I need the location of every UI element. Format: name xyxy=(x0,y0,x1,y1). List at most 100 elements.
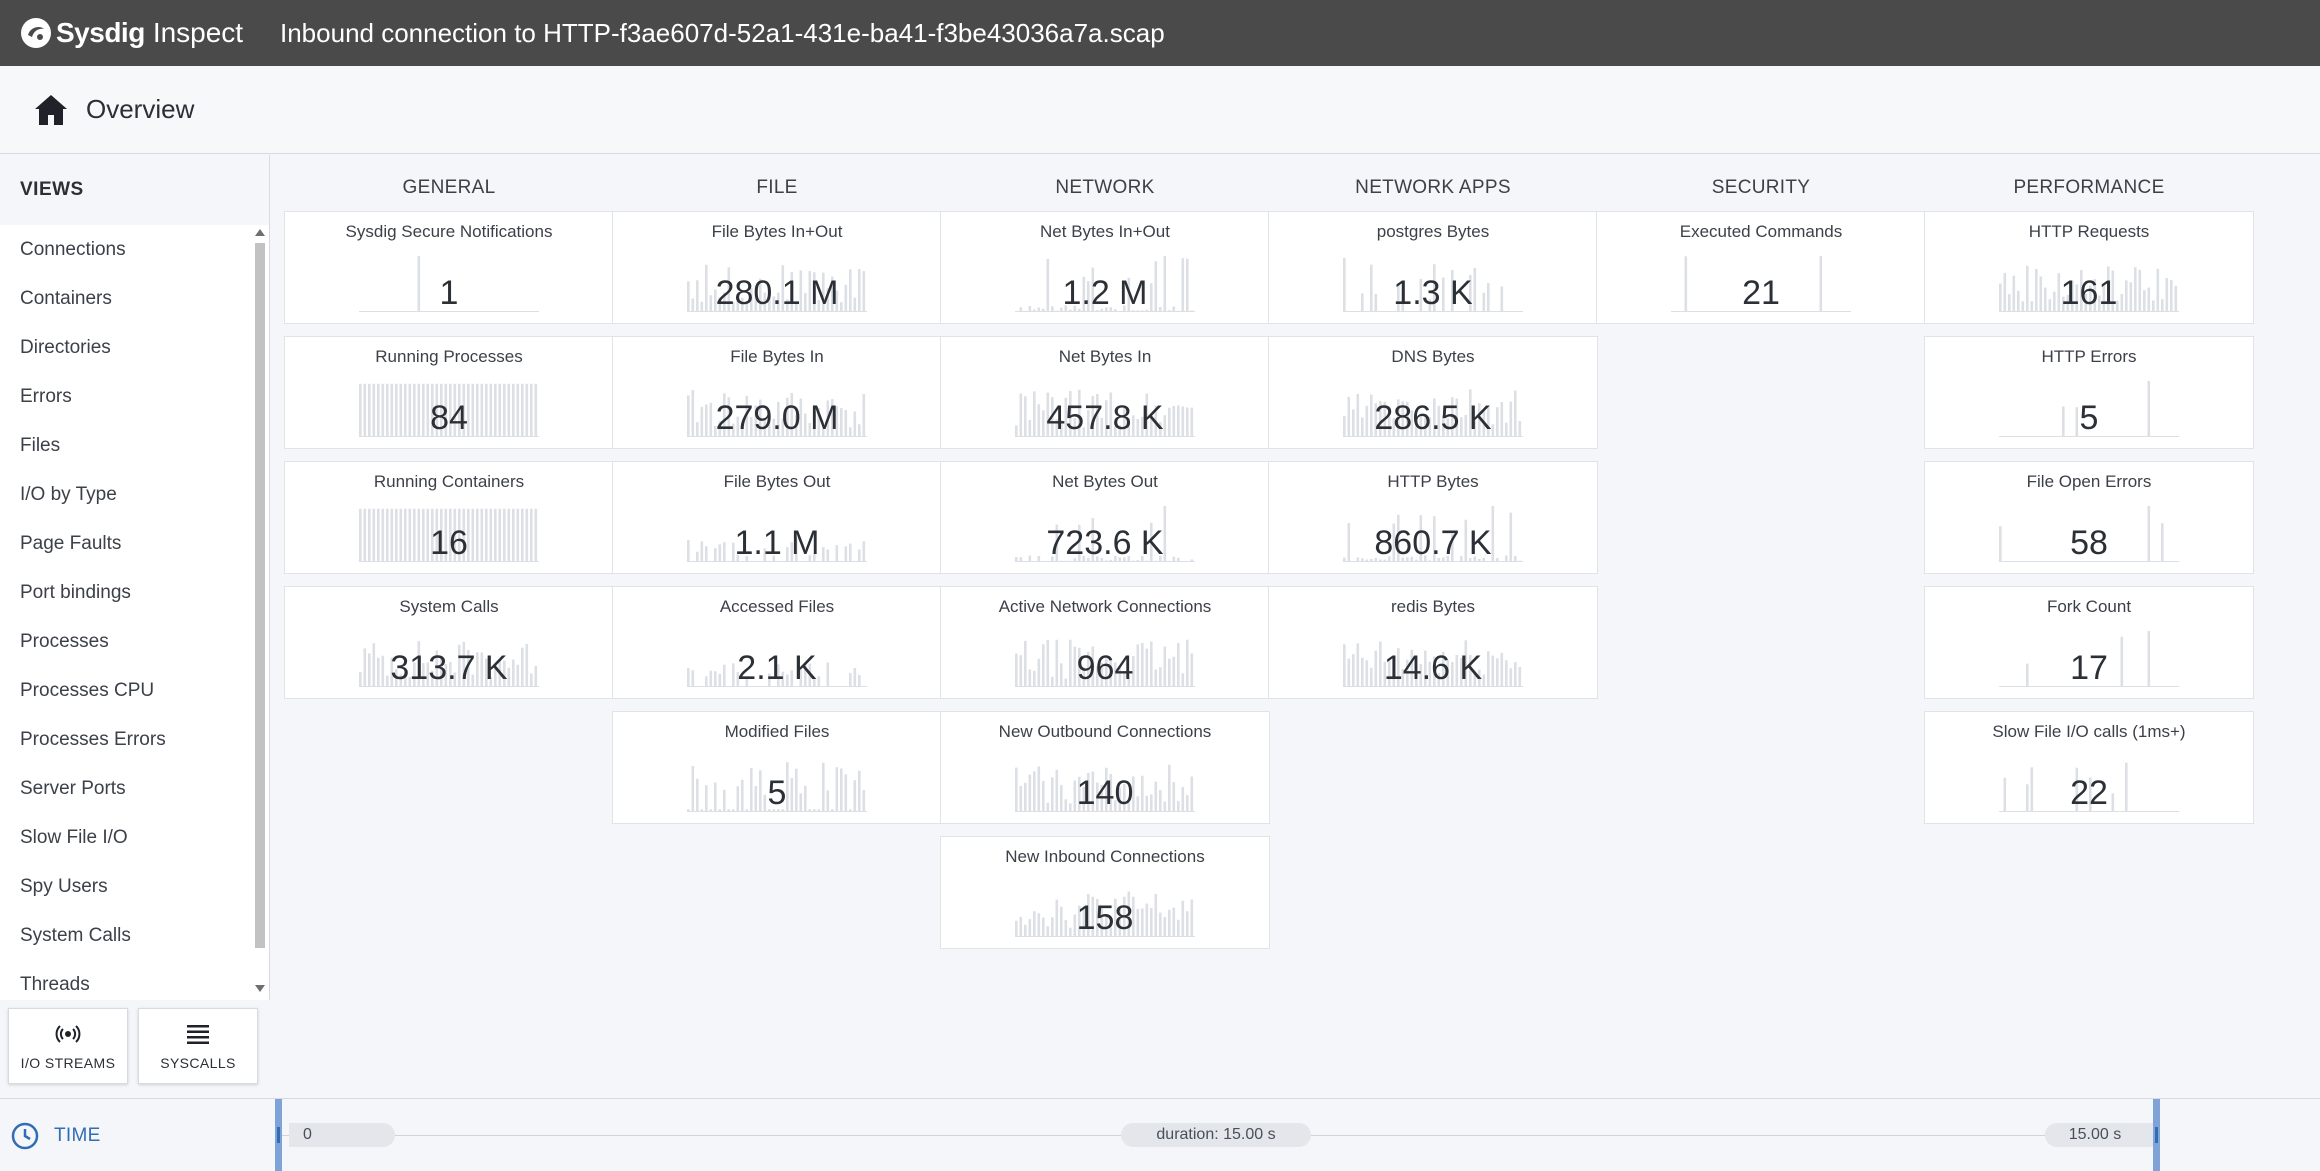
timeline-end-handle[interactable] xyxy=(2153,1099,2160,1171)
metric-title: HTTP Bytes xyxy=(1269,472,1597,492)
top-bar: Sysdig Inspect Inbound connection to HTT… xyxy=(0,0,2320,66)
sidebar-item-threads[interactable]: Threads xyxy=(0,960,250,1000)
metric-tile[interactable]: File Bytes In 279.0 M xyxy=(612,336,942,449)
sidebar-item-server-ports[interactable]: Server Ports xyxy=(0,764,250,813)
metric-tile[interactable]: Running Containers16 xyxy=(284,461,614,574)
metric-tile[interactable]: HTTP Bytes 860.7 K xyxy=(1268,461,1598,574)
metric-tile[interactable]: HTTP Errors5 xyxy=(1924,336,2254,449)
metric-value: 723.6 K xyxy=(941,524,1269,563)
metric-value: 1 xyxy=(285,274,613,313)
metric-value: 457.8 K xyxy=(941,399,1269,438)
sidebar-buttons: I/O STREAMS SYSCALLS xyxy=(0,1000,270,1098)
column-network: NETWORKNet Bytes In+Out1.2 MNet Bytes In… xyxy=(940,155,1270,961)
timeline-start-label: 0 xyxy=(289,1123,395,1147)
column-file: FILEFile Bytes In+Out280.1 MFile Bytes I… xyxy=(612,155,942,836)
sidebar-item-processes-cpu[interactable]: Processes CPU xyxy=(0,666,250,715)
sidebar-item-processes-errors[interactable]: Processes Errors xyxy=(0,715,250,764)
scrollbar-thumb[interactable] xyxy=(255,243,265,948)
time-label-text: TIME xyxy=(54,1125,101,1147)
metric-tile[interactable]: New Inbound Connections158 xyxy=(940,836,1270,949)
timeline[interactable]: 0 duration: 15.00 s 15.00 s xyxy=(275,1099,2160,1171)
syscalls-button[interactable]: SYSCALLS xyxy=(138,1008,258,1084)
clock-icon xyxy=(10,1121,40,1151)
metric-title: Fork Count xyxy=(1925,597,2253,617)
metric-title: HTTP Errors xyxy=(1925,347,2253,367)
metric-value: 1.2 M xyxy=(941,274,1269,313)
metric-tile[interactable]: Net Bytes Out723.6 K xyxy=(940,461,1270,574)
column-header: SECURITY xyxy=(1596,155,1926,211)
metric-tile[interactable]: HTTP Requests161 xyxy=(1924,211,2254,324)
sidebar-item-spy-users[interactable]: Spy Users xyxy=(0,862,250,911)
metric-tile[interactable]: Active Network Connections964 xyxy=(940,586,1270,699)
metric-title: File Bytes In xyxy=(613,347,941,367)
metric-title: DNS Bytes xyxy=(1269,347,1597,367)
metric-tile[interactable]: Running Processes84 xyxy=(284,336,614,449)
column-header: GENERAL xyxy=(284,155,614,211)
sidebar-item-connections[interactable]: Connections xyxy=(0,225,250,274)
metric-value: 161 xyxy=(1925,274,2253,313)
metric-title: Slow File I/O calls (1ms+) xyxy=(1925,722,2253,742)
column-security: SECURITYExecuted Commands21 xyxy=(1596,155,1926,336)
metric-tile[interactable]: Modified Files 5 xyxy=(612,711,942,824)
sidebar-item-directories[interactable]: Directories xyxy=(0,323,250,372)
sidebar-item-i-o-by-type[interactable]: I/O by Type xyxy=(0,470,250,519)
sidebar-item-system-calls[interactable]: System Calls xyxy=(0,911,250,960)
sidebar-item-errors[interactable]: Errors xyxy=(0,372,250,421)
overview-grid: GENERAL Sysdig Secure Notifications 1 Runni… xyxy=(271,155,2320,1098)
metric-value: 1.3 K xyxy=(1269,274,1597,313)
sidebar-item-port-bindings[interactable]: Port bindings xyxy=(0,568,250,617)
broadcast-icon xyxy=(55,1021,81,1047)
metric-value: 280.1 M xyxy=(613,274,941,313)
metric-title: Net Bytes In+Out xyxy=(941,222,1269,242)
metric-tile[interactable]: File Open Errors58 xyxy=(1924,461,2254,574)
views-scrollbar[interactable] xyxy=(252,225,266,1000)
metric-value: 860.7 K xyxy=(1269,524,1597,563)
io-streams-button[interactable]: I/O STREAMS xyxy=(8,1008,128,1084)
sidebar-item-containers[interactable]: Containers xyxy=(0,274,250,323)
metric-tile[interactable]: Slow File I/O calls (1ms+)22 xyxy=(1924,711,2254,824)
metric-title: Modified Files xyxy=(613,722,941,742)
sidebar-item-page-faults[interactable]: Page Faults xyxy=(0,519,250,568)
time-bar: TIME 0 duration: 15.00 s 15.00 s xyxy=(0,1098,2320,1170)
capture-file-title: Inbound connection to HTTP-f3ae607d-52a1… xyxy=(280,18,1165,49)
metric-tile[interactable]: Fork Count 17 xyxy=(1924,586,2254,699)
sidebar-item-slow-file-i-o[interactable]: Slow File I/O xyxy=(0,813,250,862)
metric-title: Sysdig Secure Notifications xyxy=(285,222,613,242)
metric-value: 1.1 M xyxy=(613,524,941,563)
column-general: GENERAL Sysdig Secure Notifications 1 Runni… xyxy=(284,155,614,711)
metric-tile[interactable]: File Bytes Out 1.1 M xyxy=(612,461,942,574)
timeline-start-handle[interactable] xyxy=(275,1099,282,1171)
home-icon[interactable] xyxy=(32,91,70,129)
metric-tile[interactable]: Net Bytes In457.8 K xyxy=(940,336,1270,449)
sidebar-item-files[interactable]: Files xyxy=(0,421,250,470)
time-label[interactable]: TIME xyxy=(10,1121,101,1151)
sidebar-item-processes[interactable]: Processes xyxy=(0,617,250,666)
views-header: VIEWS xyxy=(0,155,269,225)
metric-tile[interactable]: System Calls313.7 K xyxy=(284,586,614,699)
sysdig-logo[interactable]: Sysdig Inspect xyxy=(18,15,280,51)
column-network-apps: NETWORK APPSpostgres Bytes1.3 KDNS Bytes… xyxy=(1268,155,1598,711)
metric-tile[interactable]: redis Bytes14.6 K xyxy=(1268,586,1598,699)
metric-tile[interactable]: File Bytes In+Out 280.1 M xyxy=(612,211,942,324)
io-streams-label: I/O STREAMS xyxy=(21,1055,116,1071)
metric-value: 5 xyxy=(613,774,941,813)
metric-title: New Outbound Connections xyxy=(941,722,1269,742)
metric-value: 16 xyxy=(285,524,613,563)
metric-value: 17 xyxy=(1925,649,2253,688)
metric-tile[interactable]: DNS Bytes286.5 K xyxy=(1268,336,1598,449)
metric-tile[interactable]: Executed Commands21 xyxy=(1596,211,1926,324)
metric-tile[interactable]: postgres Bytes1.3 K xyxy=(1268,211,1598,324)
metric-tile[interactable]: Sysdig Secure Notifications 1 xyxy=(284,211,614,324)
scroll-down-arrow-icon[interactable] xyxy=(255,985,265,992)
metric-title: Executed Commands xyxy=(1597,222,1925,242)
metric-value: 279.0 M xyxy=(613,399,941,438)
metric-tile[interactable]: New Outbound Connections 140 xyxy=(940,711,1270,824)
scroll-up-arrow-icon[interactable] xyxy=(255,229,265,236)
metric-title: File Bytes In+Out xyxy=(613,222,941,242)
metric-value: 158 xyxy=(941,899,1269,938)
metric-title: File Bytes Out xyxy=(613,472,941,492)
metric-tile[interactable]: Accessed Files2.1 K xyxy=(612,586,942,699)
brand-name: Sysdig xyxy=(56,17,145,49)
metric-value: 140 xyxy=(941,774,1269,813)
metric-tile[interactable]: Net Bytes In+Out 1.2 M xyxy=(940,211,1270,324)
